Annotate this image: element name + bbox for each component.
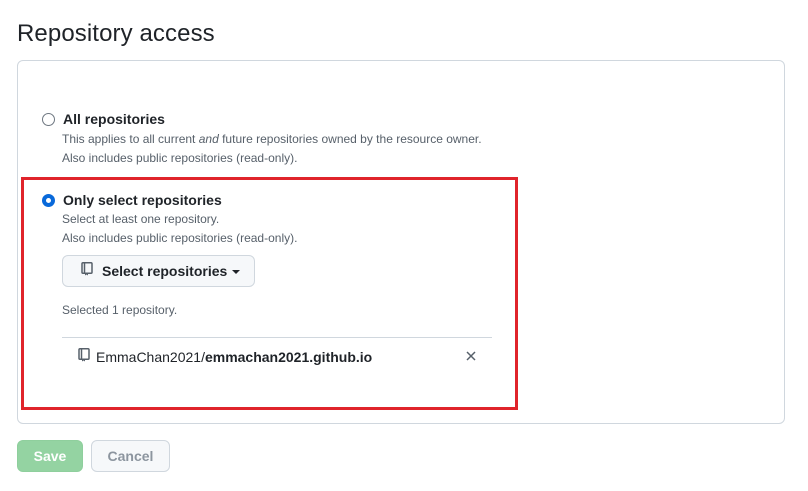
highlight-box [21,177,518,410]
cancel-button[interactable]: Cancel [91,440,170,472]
page-title: Repository access [17,20,215,47]
all-repositories-label[interactable]: All repositories [63,111,165,127]
all-repositories-desc-before: This applies to all current [62,132,199,146]
all-repositories-desc-after: future repositories owned by the resourc… [218,132,482,146]
all-repositories-description: This applies to all current and future r… [62,130,482,149]
all-repositories-radio[interactable] [42,113,55,126]
all-repositories-public-note: Also includes public repositories (read-… [62,151,298,165]
all-repositories-desc-emphasis: and [198,132,219,146]
save-button[interactable]: Save [17,440,83,472]
